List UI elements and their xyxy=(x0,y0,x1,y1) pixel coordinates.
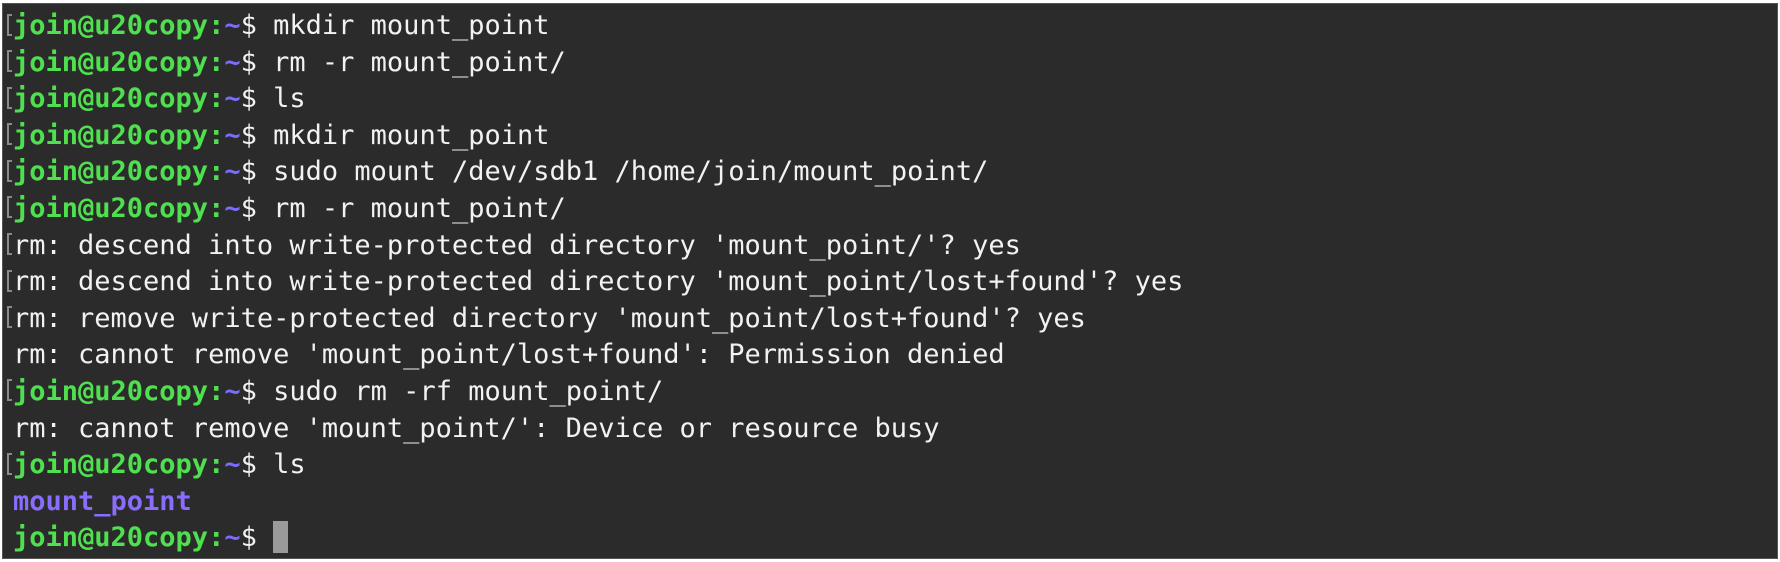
directory-entry: mount_point xyxy=(13,485,192,517)
prompt-separator: : xyxy=(208,46,225,78)
line-mark xyxy=(7,269,12,292)
command-text: sudo rm -rf mount_point/ xyxy=(273,375,664,407)
command-text: rm -r mount_point/ xyxy=(273,192,566,224)
terminal-line: join@u20copy:~$ mkdir mount_point xyxy=(7,118,1777,155)
prompt-path: ~ xyxy=(224,192,241,224)
prompt-user-host: join@u20copy xyxy=(13,119,209,151)
command-text: sudo mount /dev/sdb1 /home/join/mount_po… xyxy=(273,156,989,188)
prompt-path: ~ xyxy=(224,522,241,554)
prompt-dollar: $ xyxy=(240,156,257,188)
prompt-separator: : xyxy=(208,192,225,224)
line-mark xyxy=(7,379,12,402)
command-text: mkdir mount_point xyxy=(273,10,550,41)
line-mark xyxy=(7,196,12,219)
line-mark xyxy=(7,50,12,73)
prompt-dollar: $ xyxy=(240,119,257,151)
prompt-dollar: $ xyxy=(240,83,257,115)
prompt-separator: : xyxy=(208,449,225,481)
output-text: rm: remove write-protected directory 'mo… xyxy=(13,302,1086,334)
command-text: rm -r mount_point/ xyxy=(273,46,566,78)
terminal-line: rm: cannot remove 'mount_point/lost+foun… xyxy=(7,337,1777,374)
line-mark xyxy=(7,233,12,256)
prompt-separator: : xyxy=(208,83,225,115)
line-mark xyxy=(7,13,12,36)
prompt-user-host: join@u20copy xyxy=(13,192,209,224)
prompt-dollar: $ xyxy=(240,10,257,41)
line-mark xyxy=(7,123,12,146)
prompt-path: ~ xyxy=(224,83,241,115)
prompt-separator: : xyxy=(208,375,225,407)
line-mark xyxy=(7,86,12,109)
prompt-user-host: join@u20copy xyxy=(13,522,209,554)
terminal-window[interactable]: join@u20copy:~$ mkdir mount_point join@u… xyxy=(2,3,1778,559)
terminal-line: join@u20copy:~$ mkdir mount_point xyxy=(7,8,1777,45)
terminal-line: join@u20copy:~$ rm -r mount_point/ xyxy=(7,191,1777,228)
terminal-line: join@u20copy:~$ sudo rm -rf mount_point/ xyxy=(7,374,1777,411)
command-text: ls xyxy=(273,449,306,481)
prompt-path: ~ xyxy=(224,449,241,481)
command-text: mkdir mount_point xyxy=(273,119,550,151)
prompt-separator: : xyxy=(208,119,225,151)
text-cursor[interactable] xyxy=(273,521,289,554)
prompt-path: ~ xyxy=(224,375,241,407)
prompt-dollar: $ xyxy=(240,375,257,407)
prompt-dollar: $ xyxy=(240,46,257,78)
terminal-line: join@u20copy:~$ sudo mount /dev/sdb1 /ho… xyxy=(7,154,1777,191)
prompt-dollar: $ xyxy=(240,522,257,554)
prompt-user-host: join@u20copy xyxy=(13,375,209,407)
terminal-prompt-active[interactable]: join@u20copy:~$ xyxy=(7,520,1777,557)
output-text: rm: cannot remove 'mount_point/lost+foun… xyxy=(13,339,1005,371)
terminal-line: rm: descend into write-protected directo… xyxy=(7,228,1777,265)
terminal-line: rm: cannot remove 'mount_point/': Device… xyxy=(7,411,1777,448)
line-mark xyxy=(7,159,12,182)
output-text: rm: cannot remove 'mount_point/': Device… xyxy=(13,412,940,444)
terminal-line: rm: remove write-protected directory 'mo… xyxy=(7,301,1777,338)
terminal-line: rm: descend into write-protected directo… xyxy=(7,264,1777,301)
prompt-separator: : xyxy=(208,10,225,41)
prompt-dollar: $ xyxy=(240,449,257,481)
terminal-line: mount_point xyxy=(7,484,1777,521)
terminal-output: join@u20copy:~$ mkdir mount_point join@u… xyxy=(7,8,1777,557)
prompt-path: ~ xyxy=(224,156,241,188)
prompt-user-host: join@u20copy xyxy=(13,46,209,78)
prompt-user-host: join@u20copy xyxy=(13,10,209,41)
command-text: ls xyxy=(273,83,306,115)
prompt-separator: : xyxy=(208,522,225,554)
output-text: rm: descend into write-protected directo… xyxy=(13,266,1184,298)
line-mark xyxy=(7,306,12,329)
prompt-path: ~ xyxy=(224,46,241,78)
terminal-line: join@u20copy:~$ rm -r mount_point/ xyxy=(7,45,1777,82)
prompt-user-host: join@u20copy xyxy=(13,83,209,115)
prompt-dollar: $ xyxy=(240,192,257,224)
output-text: rm: descend into write-protected directo… xyxy=(13,229,1021,261)
prompt-path: ~ xyxy=(224,119,241,151)
terminal-line: join@u20copy:~$ ls xyxy=(7,447,1777,484)
prompt-user-host: join@u20copy xyxy=(13,449,209,481)
prompt-path: ~ xyxy=(224,10,241,41)
line-mark xyxy=(7,452,12,475)
terminal-line: join@u20copy:~$ ls xyxy=(7,81,1777,118)
prompt-user-host: join@u20copy xyxy=(13,156,209,188)
prompt-separator: : xyxy=(208,156,225,188)
